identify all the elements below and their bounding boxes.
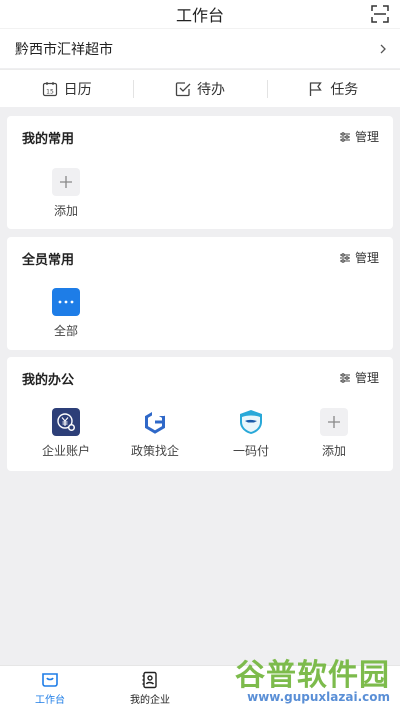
tile-add[interactable]: 添加 xyxy=(304,408,364,459)
contacts-book-icon xyxy=(142,671,157,689)
tile-label: 添加 xyxy=(321,444,346,458)
flag-icon xyxy=(310,81,323,96)
company-selector[interactable]: 黔西市汇祥超市 xyxy=(0,28,400,68)
tile-add[interactable]: 添加 xyxy=(36,168,96,219)
page-title: 工作台 xyxy=(175,6,224,25)
shortcut-calendar-label: 日历 xyxy=(63,81,92,98)
card-title: 我的办公 xyxy=(22,373,75,388)
shortcut-calendar[interactable]: 15 日历 xyxy=(0,78,133,100)
calendar-badge: 15 xyxy=(46,88,54,95)
scan-icon xyxy=(371,5,389,23)
sliders-icon xyxy=(339,131,350,142)
manage-button[interactable]: 管理 xyxy=(339,128,379,145)
nav-label: 工作台 xyxy=(35,695,65,706)
tile-label: 添加 xyxy=(53,204,78,218)
workbench-page: 工作台 黔西市汇祥超市 15 日历 待办 任务 我的常用 管理 添加 全员常用 … xyxy=(0,0,400,711)
top-bar: 工作台 xyxy=(0,0,400,28)
shortcut-task-label: 任务 xyxy=(330,81,359,98)
shortcut-todo[interactable]: 待办 xyxy=(133,78,266,100)
scan-button[interactable] xyxy=(370,4,390,24)
tile-one-code-pay[interactable]: 一码付 xyxy=(221,408,281,459)
card-my-frequent: 我的常用 管理 添加 xyxy=(7,116,393,229)
manage-label: 管理 xyxy=(354,130,379,144)
card-all-frequent: 全员常用 管理 全部 xyxy=(7,237,393,350)
policy-g-icon xyxy=(145,410,165,434)
card-title: 全员常用 xyxy=(22,253,75,268)
plus-icon xyxy=(328,416,340,428)
tile-label: 一码付 xyxy=(232,444,269,458)
tile-label: 全部 xyxy=(53,324,78,338)
sliders-icon xyxy=(339,372,350,383)
yuan-account-icon xyxy=(57,413,75,431)
tile-all[interactable]: 全部 xyxy=(36,288,96,339)
tile-policy[interactable]: 政策找企 xyxy=(125,408,185,459)
shortcut-todo-label: 待办 xyxy=(196,81,225,98)
manage-label: 管理 xyxy=(354,251,379,265)
nav-label: 我的企业 xyxy=(130,695,170,706)
manage-button[interactable]: 管理 xyxy=(339,249,379,266)
workbench-icon xyxy=(42,673,58,687)
manage-label: 管理 xyxy=(354,371,379,385)
tile-label: 政策找企 xyxy=(130,444,179,458)
checkbox-icon xyxy=(175,81,191,96)
tile-enterprise-account[interactable]: 企业账户 xyxy=(36,408,96,459)
sliders-icon xyxy=(339,252,350,263)
manage-button[interactable]: 管理 xyxy=(339,369,379,386)
nav-my-enterprise[interactable]: 我的企业 xyxy=(100,666,200,711)
card-title: 我的常用 xyxy=(22,132,75,147)
shortcut-bar: 15 日历 待办 任务 xyxy=(0,69,400,107)
nav-workbench[interactable]: 工作台 xyxy=(0,666,100,711)
more-dots-icon xyxy=(58,300,74,304)
calendar-icon: 15 xyxy=(42,81,57,96)
company-name: 黔西市汇祥超市 xyxy=(15,41,113,58)
plus-icon xyxy=(60,176,72,188)
shield-pay-icon xyxy=(240,410,262,434)
card-my-office: 我的办公 管理 企业账户 政策找企 一码付 添加 xyxy=(7,357,393,471)
chevron-right-icon xyxy=(380,44,386,53)
tile-label: 企业账户 xyxy=(41,444,90,458)
bottom-nav: 工作台 我的企业 xyxy=(0,665,400,711)
shortcut-task[interactable]: 任务 xyxy=(266,78,400,100)
